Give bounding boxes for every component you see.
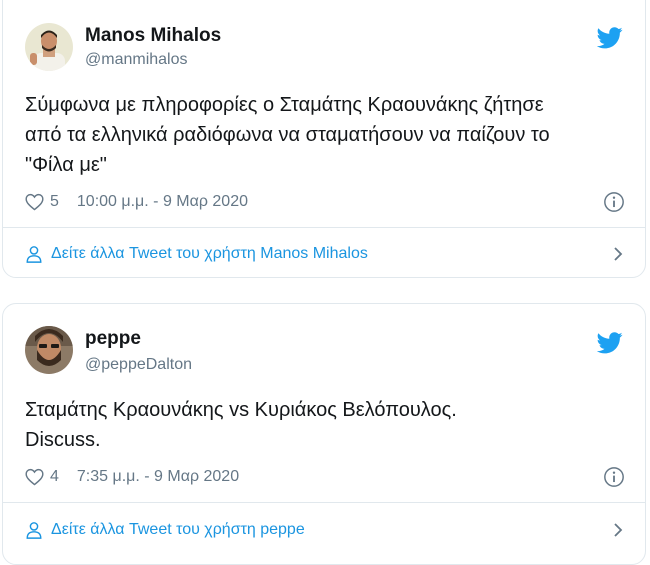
timestamp[interactable]: 7:35 μ.μ. - 9 Μαρ 2020	[77, 468, 603, 486]
tweet-card-peppe: peppe @peppeDalton Σταμάτης Κραουνάκης v…	[2, 303, 646, 565]
author-name[interactable]: peppe	[85, 328, 141, 350]
like-count: 5	[50, 193, 59, 210]
tweet-text-line: Σύμφωνα με πληροφορίες ο Σταμάτης Κραουν…	[25, 94, 544, 116]
tweet-text: Σύμφωνα με πληροφορίες ο Σταμάτης Κραουν…	[25, 90, 625, 180]
chevron-right-icon	[614, 523, 623, 537]
divider	[3, 502, 645, 503]
tweet-text: Σταμάτης Κραουνάκης vs Κυριάκος Βελόπουλ…	[25, 395, 625, 455]
avatar[interactable]	[25, 23, 73, 71]
heart-icon[interactable]	[25, 468, 44, 486]
tweet-text-line: "Φίλα με"	[25, 154, 107, 176]
person-icon	[26, 522, 42, 539]
like-count: 4	[50, 468, 59, 485]
see-more-label: Δείτε άλλα Tweet του χρήστη peppe	[51, 521, 305, 538]
author-handle[interactable]: @peppeDalton	[85, 356, 192, 374]
twitter-bird-icon[interactable]	[597, 332, 623, 354]
author-handle[interactable]: @manmihalos	[85, 51, 188, 69]
divider	[3, 227, 645, 228]
tweet-meta: 5 10:00 μ.μ. - 9 Μαρ 2020	[25, 190, 625, 214]
person-icon	[26, 246, 42, 263]
info-icon[interactable]	[603, 466, 625, 488]
chevron-right-icon	[614, 247, 623, 261]
tweet-text-line: από τα ελληνικά ραδιόφωνα να σταματήσουν…	[25, 124, 550, 146]
tweet-text-line: Discuss.	[25, 429, 101, 451]
tweet-text-line: Σταμάτης Κραουνάκης vs Κυριάκος Βελόπουλ…	[25, 399, 457, 421]
tweet-meta: 4 7:35 μ.μ. - 9 Μαρ 2020	[25, 465, 625, 489]
heart-icon[interactable]	[25, 193, 44, 211]
info-icon[interactable]	[603, 191, 625, 213]
tweet-card-manos: Manos Mihalos @manmihalos Σύμφωνα με πλη…	[2, 0, 646, 278]
see-more-tweets-link[interactable]: Δείτε άλλα Tweet του χρήστη Manos Mihalo…	[25, 240, 625, 268]
timestamp[interactable]: 10:00 μ.μ. - 9 Μαρ 2020	[77, 193, 603, 211]
see-more-label: Δείτε άλλα Tweet του χρήστη Manos Mihalo…	[51, 245, 368, 262]
author-name[interactable]: Manos Mihalos	[85, 25, 221, 47]
twitter-bird-icon[interactable]	[597, 27, 623, 49]
see-more-tweets-link[interactable]: Δείτε άλλα Tweet του χρήστη peppe	[25, 516, 625, 544]
avatar[interactable]	[25, 326, 73, 374]
